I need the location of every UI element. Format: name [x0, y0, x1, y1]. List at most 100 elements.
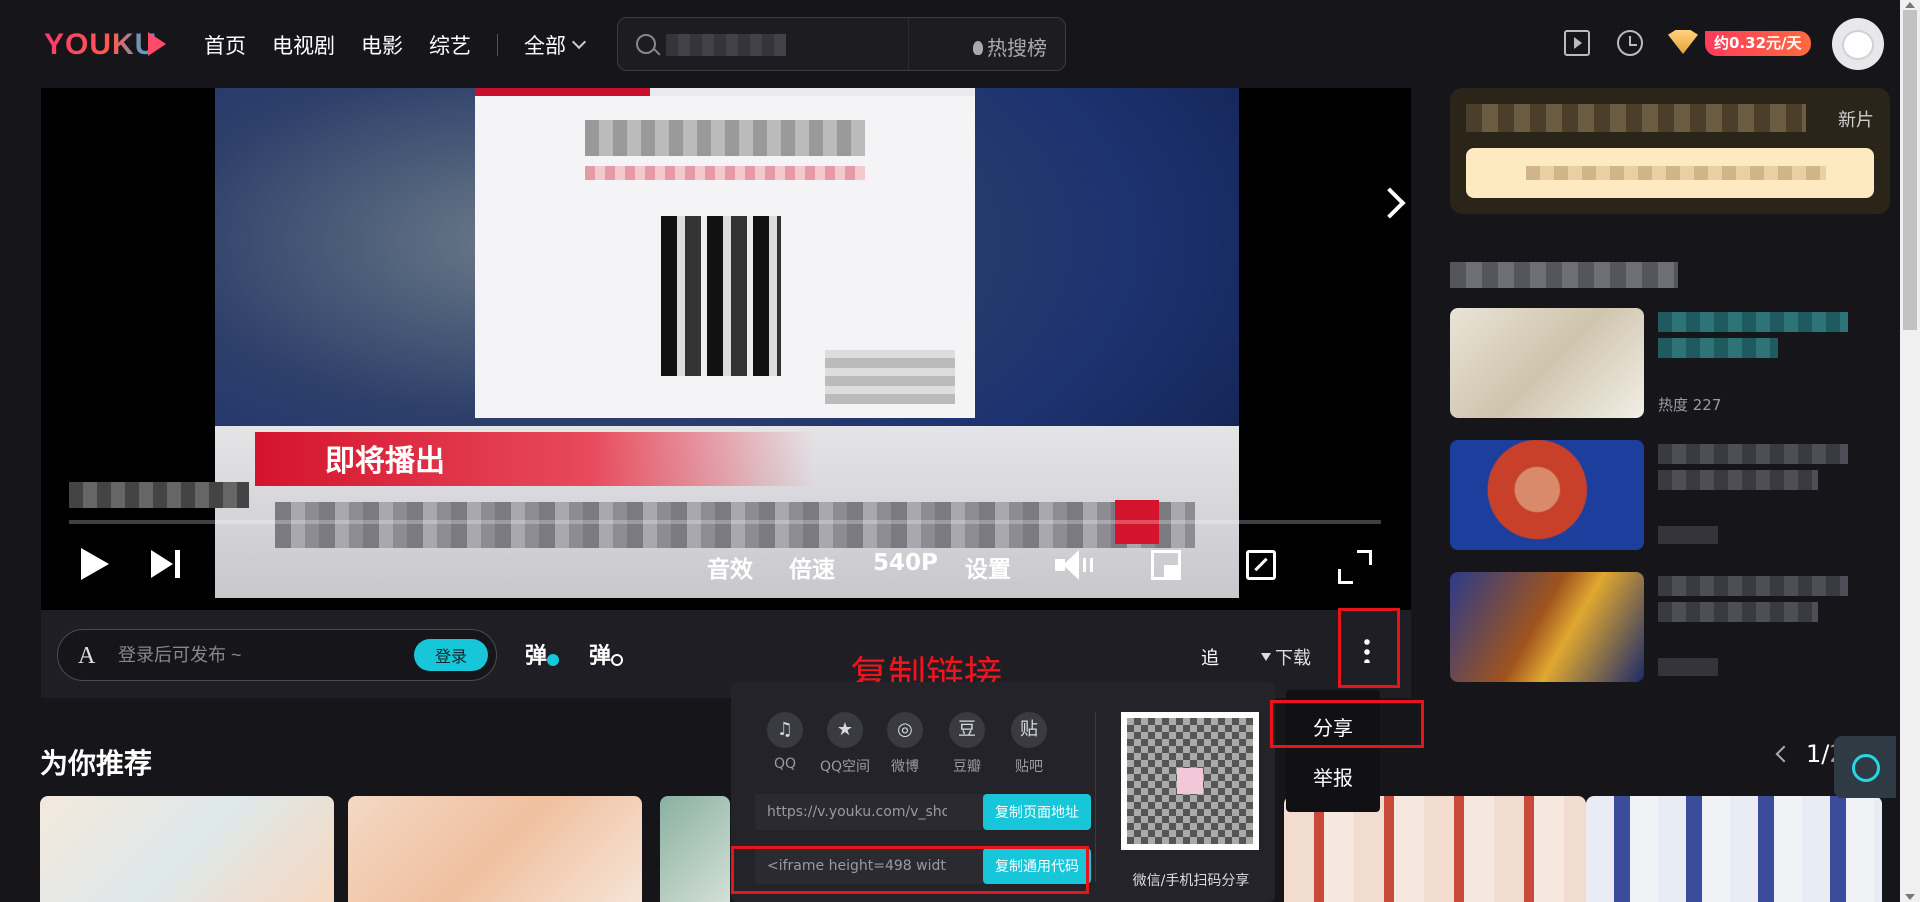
sound-effect-button[interactable]: 音效 — [707, 550, 753, 584]
video-title-line2-blurred — [1658, 338, 1778, 358]
chevron-left-icon[interactable] — [1775, 745, 1793, 763]
logo-arrow-icon — [148, 32, 166, 56]
tieba-icon: 贴 — [1011, 712, 1047, 748]
sidebar-video-item[interactable] — [1450, 440, 1890, 550]
progress-bar[interactable] — [69, 520, 1381, 524]
lower-third-title: 即将播出 — [325, 444, 445, 479]
web-fullscreen-icon[interactable] — [1246, 550, 1276, 580]
speed-button[interactable]: 倍速 — [789, 550, 835, 584]
video-title-blurred[interactable] — [1658, 312, 1848, 332]
video-card-caption-blurred — [825, 350, 955, 404]
recommend-title: 为你推荐 — [40, 747, 153, 780]
video-title-blurred — [69, 482, 249, 508]
search-icon[interactable] — [636, 34, 656, 54]
nav-item-tv[interactable]: 电视剧 — [272, 30, 335, 60]
hot-search-label: 热搜榜 — [987, 36, 1047, 60]
recommend-card[interactable] — [40, 796, 334, 902]
next-episode-arrow-icon[interactable] — [1374, 187, 1406, 219]
promo-suffix: 新片 — [1838, 110, 1874, 131]
video-thumbnail[interactable] — [1450, 440, 1644, 550]
search-divider — [908, 18, 909, 70]
sidebar-section-title-blurred — [1450, 262, 1678, 288]
video-meta — [1658, 440, 1878, 550]
share-tieba-button[interactable]: 贴 贴吧 — [989, 712, 1069, 776]
quality-button[interactable]: 540P — [873, 550, 938, 576]
share-menu-highlight — [1270, 700, 1424, 748]
follow-button[interactable]: 追 — [1201, 644, 1219, 670]
youku-logo[interactable]: YOUKU — [44, 28, 157, 62]
danmu-settings-button[interactable]: 弹 — [589, 638, 623, 670]
menu-item-report[interactable]: 举报 — [1286, 762, 1380, 791]
settings-button[interactable]: 设置 — [965, 550, 1011, 584]
share-qr-code — [1121, 712, 1259, 850]
vip-diamond-icon[interactable] — [1668, 30, 1698, 54]
text-style-icon[interactable]: A — [78, 643, 95, 670]
assistant-float-button[interactable] — [1834, 736, 1896, 798]
nav-item-movie[interactable]: 电影 — [361, 30, 403, 60]
sidebar-video-item[interactable]: 热度 227 — [1450, 308, 1890, 418]
video-title-blurred[interactable] — [1658, 444, 1848, 464]
danmu-input-box: A 登录 — [57, 629, 497, 681]
video-thumbnail[interactable] — [1450, 572, 1644, 682]
page-scrollbar[interactable] — [1900, 0, 1920, 902]
scroll-up-icon[interactable] — [1905, 2, 1915, 8]
recommend-card[interactable] — [660, 796, 730, 902]
danmu-toggle-button[interactable]: 弹 — [525, 638, 559, 670]
promo-card[interactable]: 新片 — [1450, 88, 1890, 214]
user-avatar[interactable] — [1832, 18, 1884, 70]
vip-price-badge[interactable]: 约0.32元/天 — [1705, 31, 1811, 56]
scroll-down-icon[interactable] — [1905, 894, 1915, 900]
play-icon[interactable] — [81, 548, 109, 580]
video-card-image-blurred — [661, 216, 781, 376]
right-sidebar: 新片 热度 227 — [1450, 88, 1890, 902]
sidebar-video-item[interactable] — [1450, 572, 1890, 682]
search-input[interactable] — [660, 28, 960, 62]
volume-icon[interactable] — [1055, 550, 1095, 580]
qzone-star-icon: ★ — [827, 712, 863, 748]
recommend-card[interactable] — [348, 796, 642, 902]
video-thumbnail[interactable] — [1450, 308, 1644, 418]
video-subtitle-blurred — [1658, 658, 1718, 676]
heat-value: 热度 227 — [1658, 396, 1722, 414]
nav-divider — [497, 34, 498, 56]
video-subtitle-blurred — [1658, 526, 1718, 544]
danmu-input[interactable] — [118, 640, 388, 670]
hot-search-button[interactable]: 热搜榜 — [973, 32, 1047, 61]
main-nav: 首页 电视剧 电影 综艺 全部 — [204, 30, 587, 60]
video-card-text-blurred — [585, 120, 865, 156]
promo-button[interactable] — [1466, 148, 1874, 198]
copy-page-url-button[interactable]: 复制页面地址 — [983, 794, 1091, 830]
video-meta: 热度 227 — [1658, 308, 1878, 418]
picture-in-picture-icon[interactable] — [1151, 550, 1181, 580]
pager-separator: / — [1821, 740, 1830, 768]
video-title-line2-blurred — [1658, 602, 1818, 622]
download-button[interactable]: 下载 — [1261, 644, 1311, 670]
video-title-blurred[interactable] — [1658, 576, 1848, 596]
qq-icon: ♫ — [767, 712, 803, 748]
page-url-field: 复制页面地址 — [755, 794, 1091, 830]
page-url-row: 复制页面地址 — [731, 794, 1091, 830]
gear-dot-icon — [611, 654, 623, 666]
scroll-thumb[interactable] — [1903, 10, 1917, 330]
nav-item-home[interactable]: 首页 — [204, 30, 246, 60]
check-dot-icon — [547, 654, 559, 666]
volume-level-icon — [1083, 558, 1093, 572]
fullscreen-icon[interactable] — [1338, 550, 1372, 584]
share-divider — [1095, 712, 1096, 882]
more-dots-icon[interactable] — [1364, 637, 1370, 663]
play-record-icon[interactable] — [1564, 30, 1590, 56]
flame-icon — [973, 41, 983, 55]
login-button[interactable]: 登录 — [414, 639, 488, 671]
recommend-card[interactable] — [1586, 796, 1882, 902]
top-header: YOUKU 首页 电视剧 电影 综艺 全部 热搜榜 约0.32元/天 — [0, 0, 1920, 88]
pager-current: 1 — [1806, 740, 1822, 768]
history-clock-icon[interactable] — [1617, 30, 1643, 56]
nav-all-dropdown[interactable]: 全部 — [524, 30, 587, 60]
search-box: 热搜榜 — [617, 17, 1066, 71]
page-url-input[interactable] — [767, 801, 947, 823]
video-player[interactable]: 即将播出 音效 倍速 540P 设置 — [41, 88, 1411, 610]
danmu-toggle-label: 弹 — [525, 644, 548, 669]
nav-item-variety[interactable]: 综艺 — [429, 30, 471, 60]
next-track-icon[interactable] — [151, 550, 180, 578]
promo-title-blurred — [1466, 104, 1806, 132]
